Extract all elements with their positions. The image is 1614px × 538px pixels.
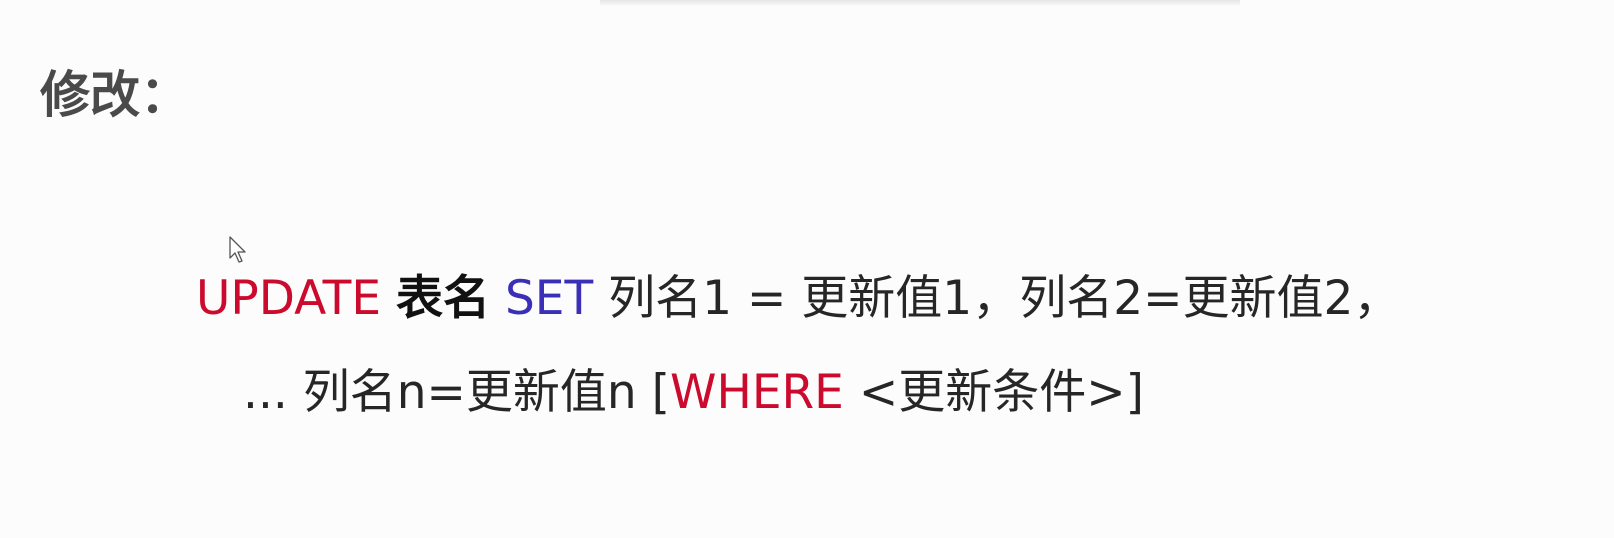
sql-update-line-2: ... 列名n=更新值n [WHERE <更新条件>] — [243, 360, 1144, 426]
assignment-continuation: ... 列名n=更新值n [ — [243, 365, 670, 420]
mouse-pointer-icon — [229, 236, 246, 263]
set-keyword: SET — [504, 271, 594, 326]
update-condition: <更新条件>] — [858, 365, 1144, 420]
where-keyword: WHERE — [670, 365, 844, 420]
assignment-list: 列名1 = 更新值1，列名2=更新值2， — [608, 271, 1401, 326]
section-heading: 修改： — [40, 66, 190, 124]
table-name-placeholder: 表名 — [395, 271, 490, 326]
top-edge-shadow — [600, 0, 1240, 6]
update-keyword: UPDATE — [196, 271, 382, 326]
sql-update-line-1: UPDATE 表名 SET 列名1 = 更新值1，列名2=更新值2， — [196, 266, 1400, 332]
